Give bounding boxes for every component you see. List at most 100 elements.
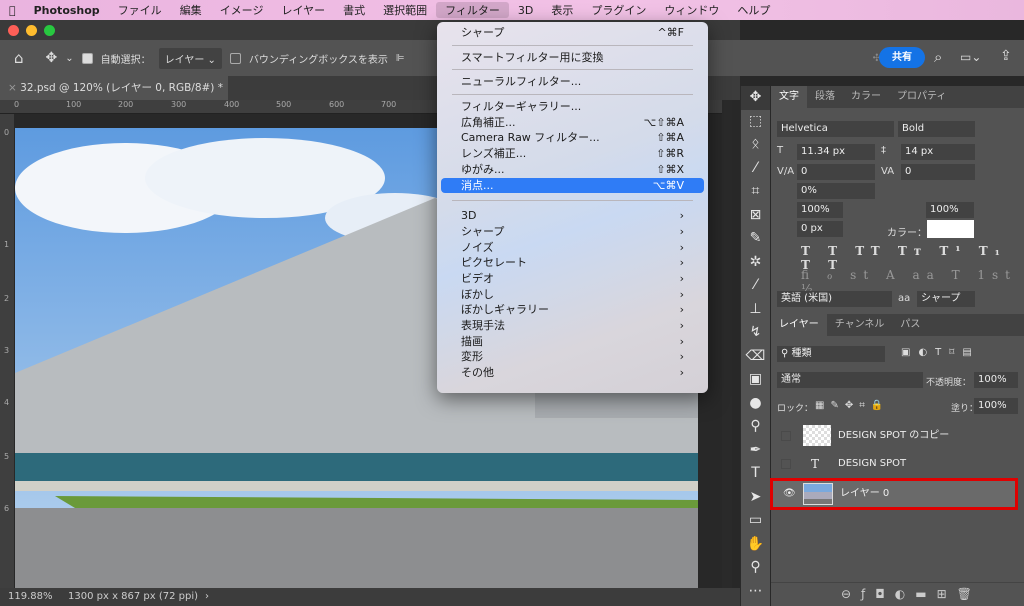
eye-icon[interactable]: 👁 — [783, 481, 796, 507]
move-tool-icon[interactable]: ✥ — [741, 86, 770, 110]
tab-properties[interactable]: プロパティ — [889, 86, 954, 108]
layer-row[interactable]: DESIGN SPOT のコピー — [771, 422, 1024, 450]
submenu-video[interactable]: ビデオ › — [441, 271, 704, 287]
pen-tool-icon[interactable]: ✒ — [741, 439, 770, 463]
share-button[interactable]: 共有 — [879, 47, 925, 68]
frame-tool-icon[interactable]: ⊠ — [741, 204, 770, 228]
workspace-icon[interactable]: ▭⌄ — [960, 50, 981, 64]
brush-tool-icon[interactable]: ⁄ — [741, 274, 770, 298]
gradient-tool-icon[interactable]: ▣ — [741, 368, 770, 392]
path-select-tool-icon[interactable]: ➤ — [741, 486, 770, 510]
tab-paths[interactable]: パス — [892, 314, 928, 336]
menu-window[interactable]: ウィンドウ — [655, 2, 728, 18]
chevron-down-icon[interactable]: ⌄ — [65, 53, 73, 64]
hand-tool-icon[interactable]: ✋ — [741, 533, 770, 557]
menu-item-filter-gallery[interactable]: フィルターギャラリー... — [441, 99, 704, 115]
menu-item-liquify[interactable]: ゆがみ... ⇧⌘X — [441, 162, 704, 178]
chevron-right-icon[interactable]: › — [205, 588, 209, 606]
submenu-blur[interactable]: ぼかし › — [441, 287, 704, 303]
blur-tool-icon[interactable]: ● — [741, 392, 770, 416]
lasso-tool-icon[interactable]: ᛟ — [741, 133, 770, 157]
lock-icons[interactable]: ▦✎✥⌗🔒 — [815, 400, 889, 411]
auto-select-checkbox[interactable] — [81, 52, 93, 64]
font-style-dropdown[interactable]: Bold — [898, 121, 975, 137]
fill-field[interactable]: 100% — [974, 398, 1018, 414]
maximize-window-button[interactable] — [44, 25, 55, 36]
menu-help[interactable]: ヘルプ — [728, 2, 779, 18]
submenu-pixelate[interactable]: ピクセレート › — [441, 255, 704, 271]
marquee-tool-icon[interactable]: ⬚ — [741, 110, 770, 134]
submenu-blur-gallery[interactable]: ぼかしギャラリー › — [441, 302, 704, 318]
horizontal-scale-field[interactable]: 100% — [926, 202, 974, 218]
submenu-3d[interactable]: 3D › — [441, 208, 704, 224]
menu-plugins[interactable]: プラグイン — [582, 2, 655, 18]
type-tool-icon[interactable]: T — [741, 462, 770, 486]
visibility-toggle[interactable] — [781, 459, 791, 469]
menu-filter[interactable]: フィルター — [436, 2, 509, 18]
dodge-tool-icon[interactable]: ⚲ — [741, 415, 770, 439]
tab-channels[interactable]: チャンネル — [827, 314, 893, 336]
menu-image[interactable]: イメージ — [211, 2, 273, 18]
menu-item-last-filter[interactable]: シャープ ^⌘F — [441, 25, 704, 41]
kerning-field[interactable]: 0 — [797, 164, 875, 180]
leading-field[interactable]: 14 px — [901, 144, 975, 160]
document-tab[interactable]: × 32.psd @ 120% (レイヤー 0, RGB/8#) * — [0, 76, 228, 100]
close-tab-icon[interactable]: × — [8, 82, 20, 94]
vertical-scale-field[interactable]: 100% — [797, 202, 843, 218]
submenu-stylize[interactable]: 表現手法 › — [441, 318, 704, 334]
submenu-render[interactable]: 描画 › — [441, 334, 704, 350]
move-tool-icon[interactable]: ✥ — [46, 50, 58, 66]
baseline-shift-field[interactable]: 0 px — [797, 221, 843, 237]
tsume-field[interactable]: 0% — [797, 183, 875, 199]
minimize-window-button[interactable] — [26, 25, 37, 36]
submenu-sharpen[interactable]: シャープ › — [441, 224, 704, 240]
tab-color[interactable]: カラー — [843, 86, 889, 108]
menu-item-lens-correction[interactable]: レンズ補正... ⇧⌘R — [441, 146, 704, 162]
export-icon[interactable]: ⇪ — [1000, 48, 1012, 64]
layer-filter-icons[interactable]: ▣◐T⌑▤ — [901, 347, 980, 358]
layer-filter-dropdown[interactable]: ⚲ 種類 — [777, 346, 885, 362]
zoom-tool-icon[interactable]: ⚲ — [741, 556, 770, 580]
menu-item-neural-filters[interactable]: ニューラルフィルター... — [441, 74, 704, 90]
rectangle-tool-icon[interactable]: ▭ — [741, 509, 770, 533]
vertical-scrollbar[interactable] — [722, 100, 732, 588]
submenu-distort[interactable]: 変形 › — [441, 349, 704, 365]
eyedropper-tool-icon[interactable]: ✎ — [741, 227, 770, 251]
menu-app[interactable]: Photoshop — [25, 4, 109, 17]
crop-tool-icon[interactable]: ⌗ — [741, 180, 770, 204]
magic-wand-tool-icon[interactable]: ⁄ — [741, 157, 770, 181]
font-family-dropdown[interactable]: Helvetica — [777, 121, 894, 137]
bounding-box-checkbox[interactable] — [229, 52, 241, 64]
antialias-dropdown[interactable]: シャープ — [917, 291, 975, 307]
text-color-swatch[interactable] — [927, 220, 974, 238]
opacity-field[interactable]: 100% — [974, 372, 1018, 388]
tab-paragraph[interactable]: 段落 — [807, 86, 843, 108]
menu-select[interactable]: 選択範囲 — [374, 2, 436, 18]
menu-item-vanishing-point[interactable]: 消点... ⌥⌘V — [441, 177, 704, 194]
font-size-field[interactable]: 11.34 px — [797, 144, 875, 160]
menu-layer[interactable]: レイヤー — [272, 2, 334, 18]
menu-edit[interactable]: 編集 — [171, 2, 211, 18]
healing-tool-icon[interactable]: ✲ — [741, 251, 770, 275]
search-icon[interactable]: ⌕ — [934, 48, 942, 66]
eraser-tool-icon[interactable]: ⌫ — [741, 345, 770, 369]
menu-item-adaptive-wide-angle[interactable]: 広角補正... ⌥⇧⌘A — [441, 115, 704, 131]
menu-item-smart-filter[interactable]: スマートフィルター用に変換 — [441, 50, 704, 66]
apple-icon[interactable]:  — [0, 4, 25, 17]
stamp-tool-icon[interactable]: ⊥ — [741, 298, 770, 322]
tab-character[interactable]: 文字 — [771, 86, 807, 108]
align-left-icon[interactable]: ⊫ — [396, 53, 405, 64]
submenu-other[interactable]: その他 › — [441, 365, 704, 381]
auto-select-dropdown[interactable]: レイヤー ⌄ — [158, 47, 222, 69]
submenu-noise[interactable]: ノイズ › — [441, 240, 704, 256]
blend-mode-dropdown[interactable]: 通常 — [777, 372, 923, 388]
visibility-toggle[interactable] — [781, 431, 791, 441]
menu-view[interactable]: 表示 — [542, 2, 582, 18]
language-dropdown[interactable]: 英語 (米国) — [777, 291, 892, 307]
menu-type[interactable]: 書式 — [334, 2, 374, 18]
close-window-button[interactable] — [8, 25, 19, 36]
menu-item-camera-raw[interactable]: Camera Raw フィルター... ⇧⌘A — [441, 130, 704, 146]
layer-row-selected[interactable]: 👁 レイヤー 0 — [770, 478, 1018, 510]
menu-file[interactable]: ファイル — [109, 2, 171, 18]
menu-3d[interactable]: 3D — [509, 4, 542, 17]
